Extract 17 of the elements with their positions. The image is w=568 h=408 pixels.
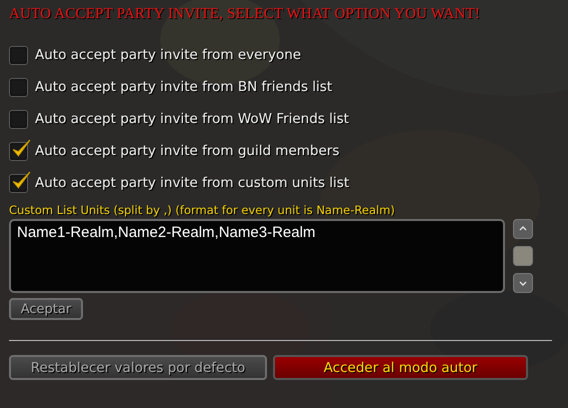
scroll-thumb[interactable] [513, 246, 533, 266]
author-mode-button[interactable]: Acceder al modo autor [273, 355, 528, 380]
checkbox[interactable] [9, 78, 28, 96]
scroll-down-button[interactable] [513, 273, 533, 293]
field-label: Custom List Units (split by ,) (format for every unit is Name-Realm) [9, 203, 396, 217]
checkbox-label: Auto accept party invite from BN friends list [35, 79, 332, 95]
checkbox-label: Auto accept party invite from everyone [35, 47, 302, 63]
text-area[interactable]: Name1-Realm,Name2-Realm,Name3-Realm [9, 219, 505, 293]
checkbox-label: Auto accept party invite from WoW Friends list [35, 111, 349, 127]
checkbox-label: Auto accept party invite from guild members [35, 143, 340, 159]
checkbox[interactable] [9, 142, 28, 160]
scroll-up-button[interactable] [513, 219, 533, 239]
checkbox-label: Auto accept party invite from custom units list [35, 175, 350, 191]
checkbox[interactable] [9, 174, 28, 192]
checkbox[interactable] [9, 46, 28, 64]
panel-title: AUTO ACCEPT PARTY INVITE, SELECT WHAT OPTION YOU WANT! [9, 6, 482, 24]
checkbox[interactable] [9, 110, 28, 128]
